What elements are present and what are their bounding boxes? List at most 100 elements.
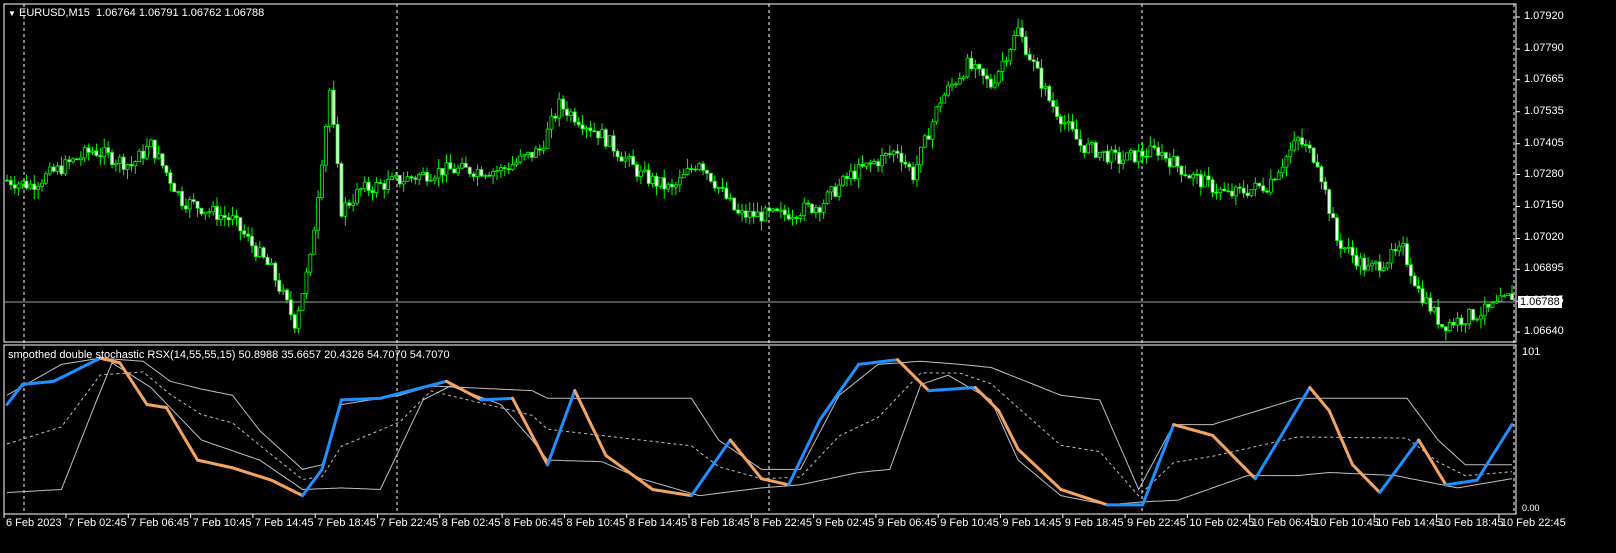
- candle-body: [1035, 61, 1040, 69]
- candle-body: [164, 165, 169, 174]
- chart-canvas[interactable]: [0, 0, 1616, 553]
- candle-body: [1051, 100, 1056, 108]
- candle-body: [1241, 187, 1246, 194]
- candle-body: [848, 170, 853, 179]
- time-label: 9 Feb 10:45: [940, 517, 999, 529]
- candle-body: [1163, 152, 1168, 159]
- candle-body: [603, 129, 608, 147]
- candle-body: [351, 202, 356, 206]
- candle-body: [1428, 297, 1433, 312]
- candle-body: [1397, 245, 1402, 252]
- time-label: 8 Feb 22:45: [753, 517, 813, 529]
- candle-body: [67, 159, 72, 163]
- time-label: 10 Feb 06:45: [1251, 517, 1317, 529]
- candle-body: [798, 215, 803, 219]
- candle-body: [1288, 149, 1293, 158]
- candle-body: [1156, 147, 1161, 156]
- candle-body: [1167, 157, 1172, 168]
- candle-body: [988, 78, 993, 88]
- candle-body: [1004, 60, 1009, 63]
- candle-body: [1502, 295, 1507, 297]
- candle-body: [953, 83, 958, 86]
- candle-body: [273, 262, 278, 281]
- candle-body: [246, 233, 251, 237]
- candle-body: [137, 150, 142, 162]
- candle-body: [950, 83, 954, 87]
- collapse-triangle-icon[interactable]: ▼: [8, 9, 16, 18]
- candle-body: [549, 115, 554, 130]
- candle-body: [152, 139, 157, 159]
- candle-body: [1463, 323, 1468, 326]
- candle-body: [880, 154, 884, 167]
- candle-body: [479, 169, 484, 177]
- candle-body: [281, 289, 286, 292]
- candle-body: [794, 217, 799, 219]
- candle-body: [502, 167, 507, 169]
- candle-body: [557, 98, 562, 119]
- time-label: 7 Feb 06:45: [130, 517, 190, 529]
- candle-body: [401, 181, 406, 185]
- candle-body: [1086, 143, 1091, 154]
- candle-body: [16, 183, 21, 189]
- candle-body: [339, 163, 344, 217]
- candle-body: [790, 217, 795, 220]
- candle-body: [662, 177, 667, 190]
- candle-body: [992, 82, 997, 88]
- candle-body: [743, 210, 748, 218]
- candle-body: [1218, 188, 1223, 194]
- candle-body: [946, 85, 951, 96]
- candle-body: [1443, 326, 1448, 332]
- time-label: 7 Feb 02:45: [68, 517, 127, 529]
- candle-body: [1109, 149, 1114, 163]
- candle-body: [335, 124, 340, 164]
- candle-body: [191, 199, 196, 202]
- candle-body: [55, 165, 60, 172]
- candle-body: [860, 164, 865, 167]
- candle-body: [736, 209, 741, 214]
- candle-body: [238, 217, 243, 232]
- candle-body: [740, 210, 744, 214]
- candle-body: [405, 176, 410, 182]
- candle-body: [312, 229, 317, 255]
- time-label: 7 Feb 10:45: [192, 517, 252, 529]
- candle-body: [973, 64, 978, 70]
- candle-body: [658, 177, 663, 187]
- candle-body: [199, 207, 204, 215]
- candle-body: [852, 170, 857, 180]
- candle-body: [1385, 262, 1390, 269]
- candle-body: [397, 175, 402, 185]
- candle-body: [1265, 190, 1269, 193]
- candle-body: [596, 130, 601, 139]
- candle-body: [530, 151, 534, 158]
- candle-body: [308, 253, 313, 273]
- candle-body: [1323, 181, 1328, 191]
- candle-body: [533, 148, 538, 158]
- time-label: 7 Feb 18:45: [317, 517, 376, 529]
- candle-body: [1132, 150, 1137, 163]
- candle-body: [1175, 156, 1180, 167]
- candle-body: [911, 166, 916, 181]
- candle-body: [689, 168, 694, 171]
- candle-body: [1335, 217, 1339, 241]
- candle-body: [619, 156, 624, 162]
- candle-body: [1074, 128, 1079, 140]
- candle-body: [1090, 142, 1094, 145]
- candle-body: [1097, 151, 1102, 158]
- candle-body: [918, 146, 923, 166]
- candle-body: [1249, 188, 1254, 196]
- candle-body: [526, 151, 531, 156]
- candle-body: [75, 158, 79, 161]
- candle-body: [654, 175, 659, 187]
- candle-body: [561, 98, 566, 110]
- candle-body: [712, 180, 717, 189]
- candle-body: [428, 179, 433, 182]
- candle-body: [1113, 149, 1118, 153]
- price-label: 1.07405: [1524, 136, 1564, 149]
- candle-body: [1432, 306, 1437, 312]
- candle-body: [592, 130, 597, 133]
- candle-body: [996, 71, 1001, 84]
- candle-body: [24, 180, 29, 189]
- candle-body: [40, 182, 44, 187]
- candle-body: [518, 155, 523, 163]
- symbol-header[interactable]: ▼ EURUSD,M15 1.06764 1.06791 1.06762 1.0…: [8, 7, 264, 20]
